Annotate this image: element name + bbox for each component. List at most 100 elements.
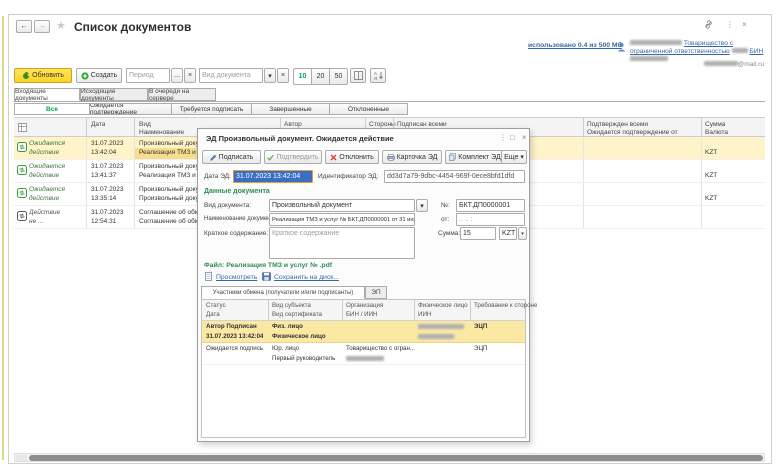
doc-state-active-icon [17,188,27,198]
decline-button[interactable]: Отклонить [325,150,379,164]
tab-incoming[interactable]: Входящие документы [14,88,80,101]
summary-textarea[interactable]: Краткое содержание [269,227,415,259]
number-value: БКТ.ДП0000001 [459,202,510,209]
filter-declined[interactable]: Отклоненные [330,103,408,115]
kind-select-button[interactable]: ▾ [416,199,428,212]
pcol-person-sub[interactable]: ИИН [418,310,431,320]
chevron-down-icon: ▾ [420,202,424,210]
more-button[interactable]: Еще ▾ [501,150,527,164]
participant-row[interactable]: Автор Подписан 31.07.2023 13:42:04 Физ. … [202,321,525,343]
period-picker-button[interactable]: ... [171,68,183,83]
pcol-org-sub[interactable]: БИН / ИИН [346,310,378,320]
number-label: №: [441,202,450,209]
scrollbar-thumb[interactable] [29,455,763,461]
forward-button[interactable]: → [34,20,50,33]
page-title: Список документов [74,20,191,34]
clear-icon: × [281,72,285,79]
svg-text:Я: Я [374,76,377,80]
check-icon [267,154,274,161]
row-currency: KZT [705,194,717,204]
period-input[interactable]: Период [126,68,170,83]
kind-combo[interactable]: Произвольный документ [269,199,415,212]
row-currency: KZT [705,171,717,181]
close-window-icon[interactable]: × [742,21,747,29]
more-menu-icon[interactable]: ⋮ [726,21,734,29]
columns-view-button[interactable] [350,68,366,83]
page-size-20[interactable]: 20 [312,68,330,85]
filter-awaiting-confirmation[interactable]: Ожидается подтверждение [90,103,172,115]
sign-button[interactable]: Подписать [202,150,261,164]
doc-name-input[interactable]: Реализация ТМЗ и услуг № БКТ.ДП0000001 о… [269,213,415,226]
tabs-divider [14,101,765,102]
row-status-line2: действие [29,171,59,181]
from-date-input[interactable]: .. .. : [456,213,525,226]
tab-server-queue[interactable]: В очереди на сервере [148,88,216,101]
participants-table: Статус Дата Вид субъекта Вид сертификата… [201,299,526,438]
prow-subject: Юр. лицо [272,344,299,354]
horizontal-scrollbar[interactable] [14,453,765,462]
currency-value: KZT [502,230,515,237]
scrollbar-left-button[interactable] [16,455,27,461]
summary-placeholder: Краткое содержание [272,230,339,237]
create-button[interactable]: Создать [76,68,122,83]
filter-completed[interactable]: Завершенные [252,103,330,115]
confirm-button[interactable]: Подтвердить [264,150,322,164]
row-status-line2: не ... [29,217,43,227]
refresh-label: Обновить [32,72,64,79]
row-status-line2: действие [29,194,59,204]
redacted-person-iin [418,334,454,339]
participant-row[interactable]: Ожидается подпись Юр. лицо Первый руково… [202,343,525,365]
prow-status: Ожидается подпись [206,344,263,354]
sort-settings-button[interactable]: АЯ [370,68,386,83]
period-placeholder: Период [129,72,154,79]
create-label: Создать [91,72,118,79]
ed-id-label: Идентификатор ЭД: [318,173,378,180]
refresh-button[interactable]: Обновить [14,68,72,83]
card-button[interactable]: Карточка ЭД [382,150,442,164]
currency-combo[interactable]: KZT [499,227,517,240]
save-link[interactable]: Сохранить на диск... [274,274,339,281]
tab-participants[interactable]: Участники обмена (получатели и/или подпи… [201,286,365,299]
page-size-10[interactable]: 10 [293,68,312,85]
period-clear-button[interactable]: × [184,68,196,83]
dialog-close-icon[interactable]: × [522,134,527,142]
number-input[interactable]: БКТ.ДП0000001 [456,199,525,212]
sum-input[interactable]: 15 [460,227,496,240]
back-button[interactable]: ← [16,20,32,33]
kind-label: Вид документа: [204,202,251,209]
row-time: 13:41:37 [91,171,116,181]
chevron-down-icon: ▾ [521,231,524,237]
dialog-maximize-icon[interactable]: □ [510,134,515,142]
confirm-label: Подтвердить [276,154,318,161]
more-label: Еще [504,154,518,161]
col-date[interactable]: Дата [91,120,105,130]
favorite-star-icon[interactable]: ★ [56,19,66,32]
refresh-icon [22,72,30,80]
doctype-select-button[interactable]: ▾ [264,68,276,83]
pcol-requirement[interactable]: Требование к стороне [474,301,537,311]
tab-ep[interactable]: ЭП [365,286,387,299]
printer-icon [387,154,395,161]
filter-all[interactable]: Все [14,103,90,115]
doctype-input[interactable]: Вид документа [199,68,263,83]
currency-select-button[interactable]: ▾ [518,227,527,240]
row-time: 13:42:04 [91,148,116,158]
ed-id-input[interactable]: dd3d7a79-9dbc-4454-969f-0ece8bfd1dfd [384,170,525,183]
tab-outgoing[interactable]: Исходящие документы [80,88,148,101]
documents-stack-icon [449,153,456,161]
user-email: @mail.ru [660,61,764,68]
link-icon[interactable] [704,20,714,30]
pcol-status-sub[interactable]: Дата [206,310,220,320]
page-size-50[interactable]: 50 [330,68,348,85]
kit-button[interactable]: Комплект ЭД [445,150,505,164]
doctype-clear-button[interactable]: × [277,68,289,83]
ed-date-input[interactable]: 31.07.2023 13:42:04 [233,170,313,183]
pcol-subject-sub[interactable]: Вид сертификата [272,310,322,320]
preview-link[interactable]: Просмотреть [216,274,257,281]
prow-org: Товарищество с огран... [346,344,415,354]
filter-needs-signature[interactable]: Требуется подписать [172,103,252,115]
prow-cert: Первый руководитель [272,354,335,364]
window-edge-accent [2,16,4,460]
storage-quota-link[interactable]: использовано 0.4 из 500 Мб [528,42,622,49]
dialog-menu-icon[interactable]: ⋮ [499,134,507,142]
